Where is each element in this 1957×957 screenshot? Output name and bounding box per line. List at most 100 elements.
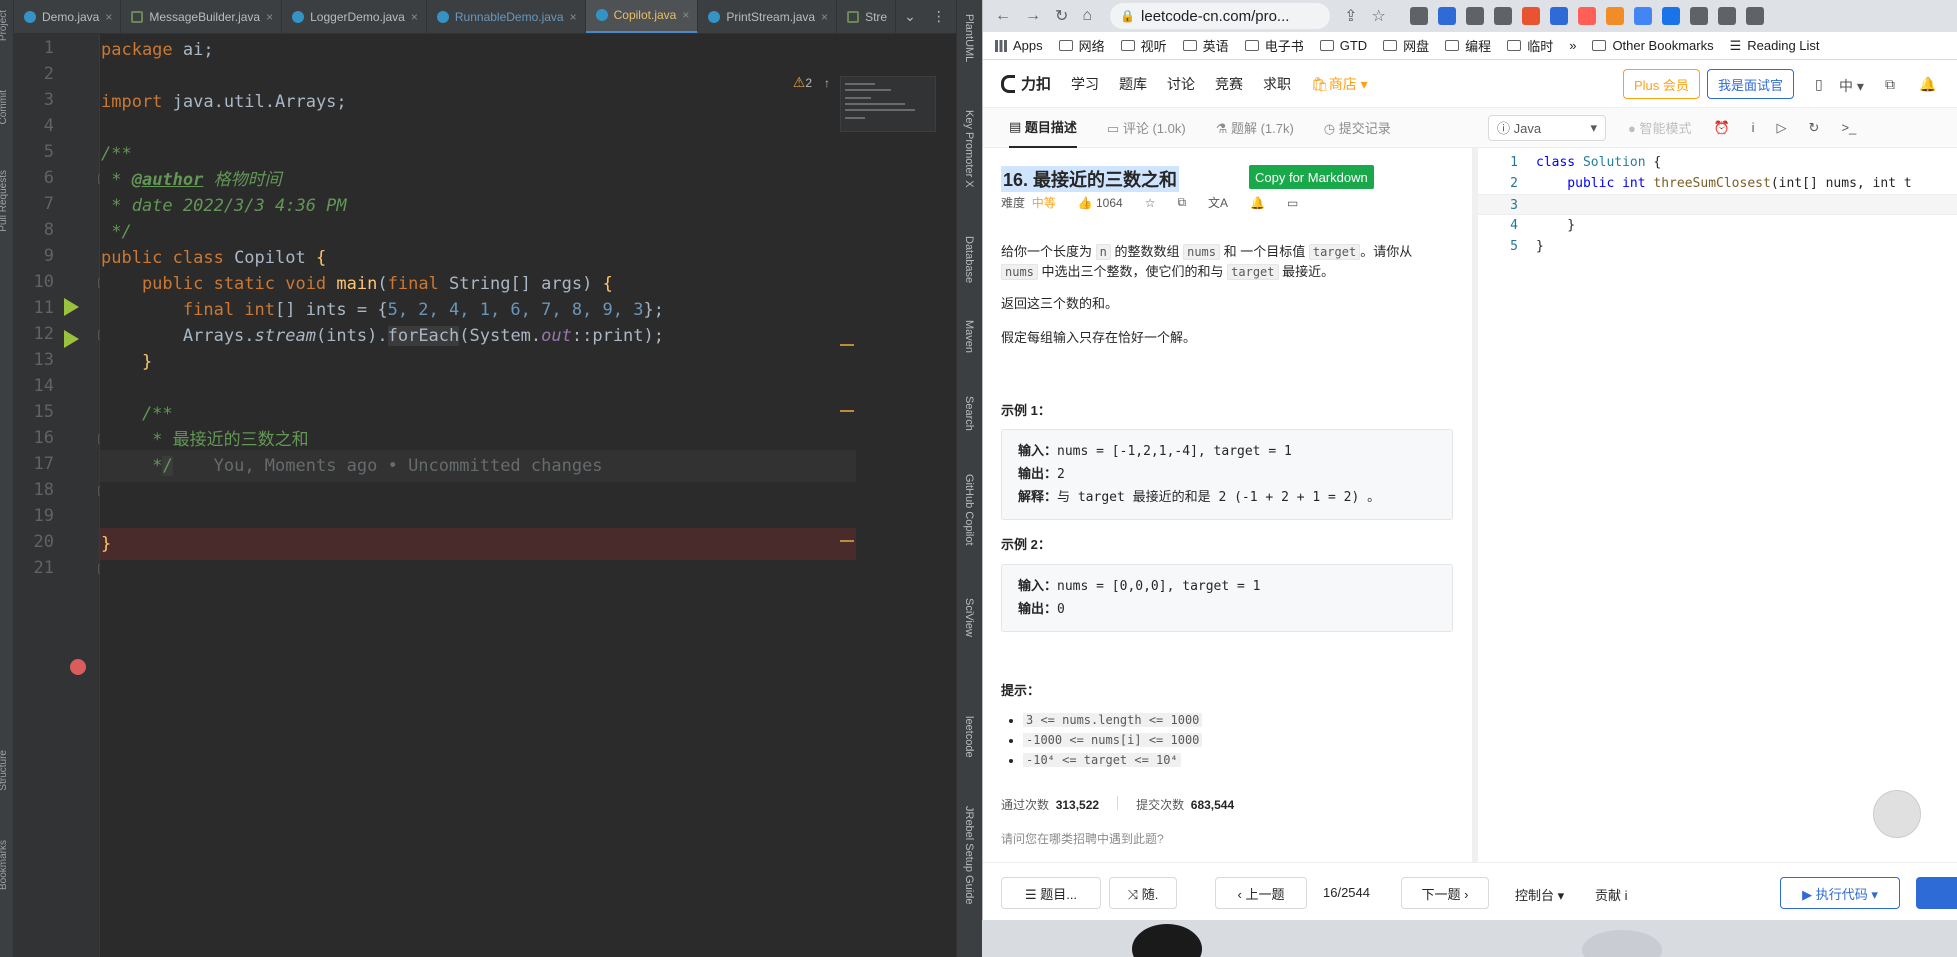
random-button[interactable]: ⤨ 随.	[1109, 877, 1177, 909]
share-icon[interactable]: ⇪	[1344, 6, 1357, 26]
rss-icon[interactable]	[1605, 7, 1624, 25]
reading-list[interactable]: ☰ Reading List	[1730, 38, 1820, 54]
extension-icon[interactable]	[1549, 7, 1568, 25]
like-button[interactable]: 👍 1064	[1078, 196, 1123, 210]
contribute-link[interactable]: 贡献 i	[1595, 885, 1628, 904]
play-icon[interactable]: ▷	[1777, 120, 1787, 136]
interviewer-button[interactable]: 我是面试官	[1707, 69, 1795, 99]
bookmark-folder[interactable]: 英语	[1182, 36, 1229, 55]
tab-runnable-demo[interactable]: RunnableDemo.java ×	[427, 0, 586, 33]
address-bar[interactable]: 🔒 leetcode-cn.com/pro...	[1110, 3, 1331, 29]
nav-store[interactable]: 🛍商店 ▾	[1311, 74, 1368, 94]
tab-logger-demo[interactable]: LoggerDemo.java ×	[282, 0, 427, 33]
other-bookmarks[interactable]: Other Bookmarks	[1592, 38, 1714, 53]
bookmark-folder[interactable]: 临时	[1507, 36, 1553, 55]
next-problem-button[interactable]: 下一题 ›	[1401, 877, 1489, 909]
bell-icon[interactable]: 🔔	[1250, 196, 1265, 210]
smart-mode-toggle[interactable]: ● 智能模式	[1628, 118, 1691, 137]
prev-problem-button[interactable]: ‹ 上一题	[1215, 877, 1307, 909]
tab-solutions[interactable]: ⚗ 题解 (1.7k)	[1216, 118, 1294, 137]
home-icon[interactable]: ⌂	[1082, 7, 1092, 25]
tool-database[interactable]: Database	[963, 236, 975, 283]
error-stripe-mark[interactable]	[840, 344, 854, 346]
tab-submissions[interactable]: ◷ 提交记录	[1324, 118, 1391, 137]
close-icon[interactable]: ×	[821, 10, 828, 24]
run-code-button[interactable]: ▶ 执行代码 ▾	[1780, 877, 1900, 909]
share-icon[interactable]: ⧉	[1177, 195, 1186, 210]
back-icon[interactable]: ←	[995, 7, 1011, 25]
nav-problems[interactable]: 题库	[1119, 74, 1147, 94]
tool-bookmarks[interactable]: Bookmarks	[0, 840, 9, 890]
extension-icon[interactable]	[1465, 7, 1484, 25]
alarm-icon[interactable]: ⏰	[1713, 120, 1729, 136]
close-icon[interactable]: ×	[570, 10, 577, 24]
tab-print-stream[interactable]: PrintStream.java ×	[698, 0, 838, 33]
close-icon[interactable]: ×	[105, 10, 112, 24]
nav-learn[interactable]: 学习	[1071, 74, 1099, 94]
forward-icon[interactable]: →	[1025, 7, 1041, 25]
nav-discuss[interactable]: 讨论	[1167, 74, 1195, 94]
extension-icon[interactable]	[1717, 7, 1736, 25]
terminal-icon[interactable]: ⧉	[1885, 76, 1895, 93]
extension-icon[interactable]	[1577, 7, 1596, 25]
error-stripe-mark[interactable]	[840, 540, 854, 542]
bookmark-folder[interactable]: GTD	[1319, 38, 1367, 53]
bookmarks-overflow[interactable]: »	[1569, 38, 1576, 53]
tab-comments[interactable]: ▭ 评论 (1.0k)	[1107, 118, 1186, 137]
run-main-icon[interactable]	[64, 330, 79, 348]
mobile-icon[interactable]: ▯	[1815, 76, 1823, 93]
star-icon[interactable]: ☆	[1371, 6, 1385, 26]
leetcode-logo[interactable]: 力扣	[1001, 73, 1051, 94]
close-icon[interactable]: ×	[682, 8, 689, 22]
console-toggle[interactable]: 控制台 ▾	[1515, 885, 1564, 904]
solution-editor[interactable]: 1 class Solution { 2 public int threeSumC…	[1478, 148, 1957, 862]
tool-search[interactable]: Search	[963, 396, 975, 431]
nav-contest[interactable]: 竞赛	[1215, 74, 1243, 94]
close-icon[interactable]: ×	[266, 10, 273, 24]
tool-jrebel[interactable]: JRebel Setup Guide	[963, 806, 975, 904]
tool-project[interactable]: Project	[0, 10, 9, 41]
tab-demo[interactable]: Demo.java ×	[14, 0, 122, 33]
info-icon[interactable]: i	[1752, 120, 1755, 135]
tab-description[interactable]: ▤ 题目描述	[1009, 108, 1077, 148]
reload-icon[interactable]: ↻	[1055, 6, 1068, 26]
tool-sciview[interactable]: SciView	[963, 598, 975, 637]
extension-icon[interactable]	[1437, 7, 1456, 25]
tool-structure[interactable]: Structure	[0, 750, 9, 791]
problem-list-button[interactable]: ☰ 题目...	[1001, 877, 1101, 909]
reset-icon[interactable]: ↻	[1809, 120, 1820, 136]
close-icon[interactable]: ×	[411, 10, 418, 24]
error-stripe-mark[interactable]	[840, 410, 854, 412]
bookmark-folder[interactable]: 网络	[1058, 36, 1105, 55]
feedback-icon[interactable]: ▭	[1287, 196, 1298, 210]
extension-icon[interactable]	[1409, 7, 1428, 25]
tab-stre[interactable]: Stre	[837, 0, 897, 33]
tool-key-promoter[interactable]: Key Promoter X	[963, 110, 975, 188]
star-icon[interactable]: ☆	[1145, 196, 1156, 210]
more-tabs-icon[interactable]: ⋮	[924, 8, 954, 25]
bookmark-folder[interactable]: 视听	[1120, 36, 1167, 55]
tab-copilot[interactable]: Copilot.java ×	[585, 0, 699, 33]
console-icon[interactable]: >_	[1841, 120, 1856, 135]
tool-pull-requests[interactable]: Pull Requests	[0, 170, 9, 232]
tab-message-builder[interactable]: MessageBuilder.java ×	[121, 0, 283, 33]
submit-button[interactable]	[1916, 877, 1957, 909]
language-select[interactable]: ⓘ Java ▾	[1488, 114, 1606, 141]
copy-markdown-button[interactable]: Copy for Markdown	[1249, 165, 1374, 189]
nav-jobs[interactable]: 求职	[1263, 74, 1291, 94]
tab-list-icon[interactable]: ⌄	[896, 8, 924, 25]
bell-icon[interactable]: 🔔	[1919, 76, 1936, 93]
extension-icon[interactable]	[1521, 7, 1540, 25]
tool-plantuml[interactable]: PlantUML	[963, 14, 975, 62]
extension-icon[interactable]	[1689, 7, 1708, 25]
plus-member-button[interactable]: Plus 会员	[1623, 69, 1700, 99]
tool-leetcode[interactable]: leetcode	[963, 716, 975, 758]
tool-commit[interactable]: Commit	[0, 90, 9, 124]
bookmark-apps[interactable]: Apps	[995, 38, 1043, 53]
run-class-icon[interactable]	[64, 298, 79, 316]
breakpoint-icon[interactable]	[70, 659, 86, 675]
extension-icon[interactable]	[1493, 7, 1512, 25]
notes-float-button[interactable]	[1873, 790, 1921, 838]
language-switch[interactable]: 中 ▾	[1839, 76, 1864, 96]
extension-icon[interactable]	[1661, 7, 1680, 25]
